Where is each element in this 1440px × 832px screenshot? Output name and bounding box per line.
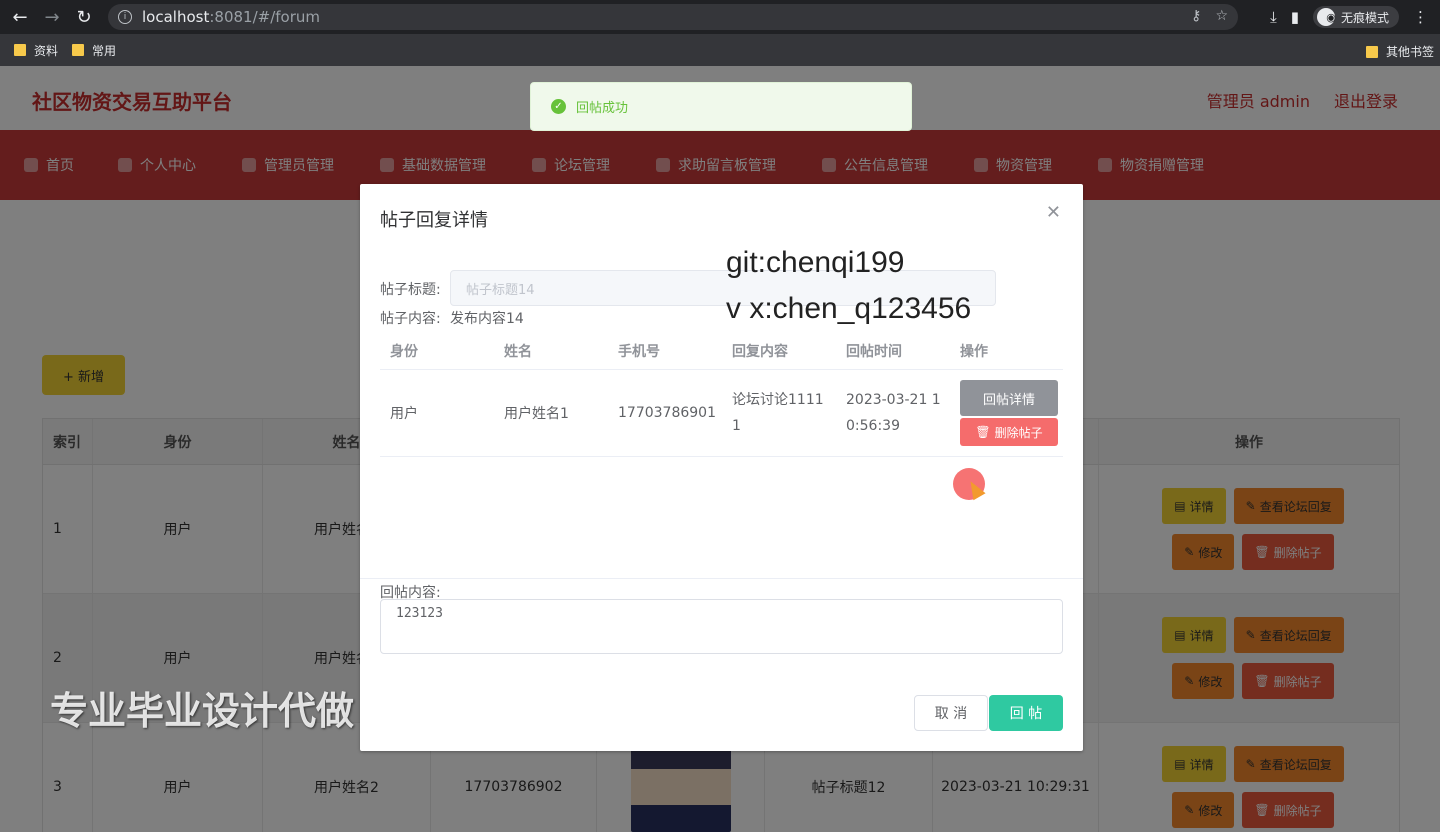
post-content-value: 发布内容14 xyxy=(450,311,524,327)
folder-icon xyxy=(72,44,85,56)
submit-reply-button[interactable]: 回 帖 xyxy=(989,695,1063,731)
bookmark-label: 常用 xyxy=(92,43,117,58)
col-header-ops: 操作 xyxy=(960,343,988,360)
watermark-ad: 专业毕业设计代做 xyxy=(50,689,355,733)
forward-icon[interactable]: → xyxy=(40,5,64,29)
info-icon[interactable]: i xyxy=(118,10,132,24)
bookmarks-bar: 资料 常用 其他书签 xyxy=(0,34,1440,66)
incognito-label: 无痕模式 xyxy=(1340,10,1389,25)
close-icon[interactable]: ✕ xyxy=(1046,202,1061,223)
other-bookmarks-label: 其他书签 xyxy=(1385,45,1434,59)
check-circle-icon: ✓ xyxy=(551,99,566,114)
reply-role: 用户 xyxy=(390,406,418,422)
back-icon[interactable]: ← xyxy=(8,5,32,29)
bookmark-folder-1[interactable]: 资料 xyxy=(14,42,58,59)
col-header-role: 身份 xyxy=(390,343,418,360)
divider xyxy=(360,578,1083,579)
reply-textarea[interactable]: 123123 xyxy=(380,599,1063,654)
reply-content: 论坛讨论11111 xyxy=(732,392,824,434)
post-content-label: 帖子内容: xyxy=(380,311,441,327)
url-host: localhost xyxy=(142,8,210,26)
download-icon[interactable]: ⤓ xyxy=(1270,8,1277,26)
watermark-git: git:chenqi199 xyxy=(726,246,905,279)
reload-icon[interactable]: ↻ xyxy=(72,5,96,29)
address-bar[interactable]: i localhost:8081/#/forum ⚷ ☆ xyxy=(108,4,1238,30)
incognito-icon: ◉ xyxy=(1316,8,1336,26)
watermark-vx: v x:chen_q123456 xyxy=(726,292,972,325)
url-path: :8081/#/forum xyxy=(209,8,320,26)
trash-icon: 🗑 xyxy=(975,425,991,439)
col-header-reply: 回复内容 xyxy=(732,343,788,360)
incognito-badge[interactable]: ◉ 无痕模式 xyxy=(1312,6,1399,28)
success-toast: ✓ 回帖成功 xyxy=(530,82,912,131)
reply-table-header: 身份 姓名 手机号 回复内容 回帖时间 操作 xyxy=(380,332,1063,370)
cancel-button[interactable]: 取 消 xyxy=(914,695,988,731)
reply-detail-button[interactable]: 回帖详情 xyxy=(960,380,1058,416)
other-bookmarks[interactable]: 其他书签 xyxy=(1365,43,1434,60)
col-header-phone: 手机号 xyxy=(618,343,660,360)
reply-delete-button[interactable]: 🗑 删除帖子 xyxy=(960,418,1058,446)
more-icon[interactable]: ⋮ xyxy=(1413,8,1428,26)
folder-icon xyxy=(1365,45,1378,58)
dialog-title: 帖子回复详情 xyxy=(380,210,488,231)
reply-ops: 回帖详情 🗑 删除帖子 xyxy=(950,380,1063,446)
reply-name: 用户姓名1 xyxy=(504,406,569,422)
key-icon[interactable]: ⚷ xyxy=(1191,8,1201,24)
bookmark-folder-2[interactable]: 常用 xyxy=(72,42,116,59)
reply-time: 2023-03-21 10:56:39 xyxy=(846,392,941,434)
reply-row: 用户 用户姓名1 17703786901 论坛讨论11111 2023-03-2… xyxy=(380,370,1063,457)
reply-phone: 17703786901 xyxy=(618,405,716,421)
star-icon[interactable]: ☆ xyxy=(1215,8,1228,24)
toast-message: 回帖成功 xyxy=(576,101,629,116)
reply-detail-dialog: 帖子回复详情 ✕ 帖子标题: 帖子标题14 帖子内容: 发布内容14 身份 姓名… xyxy=(360,184,1083,751)
bookmark-label: 资料 xyxy=(34,43,59,58)
browser-toolbar: ← → ↻ i localhost:8081/#/forum ⚷ ☆ ⤓ ▮ ◉… xyxy=(0,0,1440,34)
folder-icon xyxy=(14,44,26,56)
post-title-label: 帖子标题: xyxy=(380,282,441,298)
sidepanel-icon[interactable]: ▮ xyxy=(1291,8,1299,26)
col-header-time: 回帖时间 xyxy=(846,343,902,360)
reply-delete-label: 删除帖子 xyxy=(994,425,1043,440)
col-header-name: 姓名 xyxy=(504,343,532,360)
